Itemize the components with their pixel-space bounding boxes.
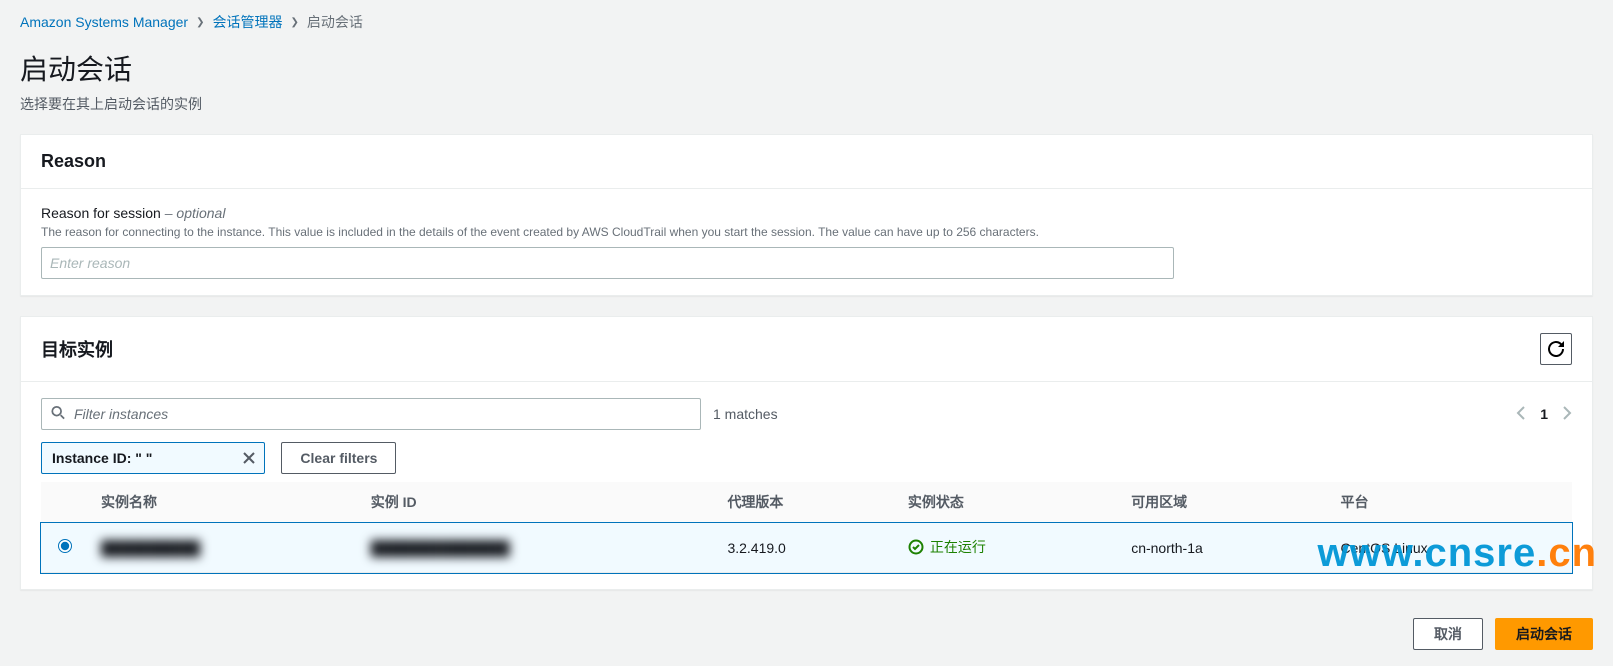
chevron-right-icon: ❯ xyxy=(290,17,298,28)
chevron-right-icon: ❯ xyxy=(196,17,204,28)
reason-optional: – optional xyxy=(161,205,226,221)
page-number: 1 xyxy=(1540,406,1548,422)
cell-instance-name: ██████████ xyxy=(101,540,200,556)
reason-panel: Reason Reason for session – optional The… xyxy=(20,134,1593,296)
instances-panel: 目标实例 1 matches 1 xyxy=(20,316,1593,590)
col-platform[interactable]: 平台 xyxy=(1329,482,1572,523)
filter-tag-label: Instance ID: " " xyxy=(52,450,152,466)
start-session-button[interactable]: 启动会话 xyxy=(1495,618,1593,650)
instances-table: 实例名称 实例 ID 代理版本 实例状态 可用区域 平台 ██████████ … xyxy=(41,482,1572,573)
reason-description: The reason for connecting to the instanc… xyxy=(41,225,1572,239)
breadcrumb-session-manager[interactable]: 会话管理器 xyxy=(212,12,282,32)
close-icon xyxy=(242,451,256,465)
cancel-button[interactable]: 取消 xyxy=(1413,618,1483,650)
instances-panel-title: 目标实例 xyxy=(41,336,113,362)
prev-page-button[interactable] xyxy=(1516,405,1528,424)
col-az[interactable]: 可用区域 xyxy=(1119,482,1328,523)
refresh-icon xyxy=(1548,341,1564,357)
check-circle-icon xyxy=(908,539,924,555)
cell-platform: CentOS Linux xyxy=(1329,523,1572,573)
search-icon xyxy=(51,406,65,423)
cell-instance-id: ██████████████ xyxy=(371,540,510,556)
table-row[interactable]: ██████████ ██████████████ 3.2.419.0 正在运行… xyxy=(41,523,1572,573)
refresh-button[interactable] xyxy=(1540,333,1572,365)
breadcrumb-current: 启动会话 xyxy=(307,12,363,32)
row-radio[interactable] xyxy=(58,539,72,553)
remove-filter-button[interactable] xyxy=(242,451,256,465)
reason-label: Reason for session xyxy=(41,205,161,221)
breadcrumb-root[interactable]: Amazon Systems Manager xyxy=(20,14,188,30)
chevron-left-icon xyxy=(1516,405,1528,421)
breadcrumb: Amazon Systems Manager ❯ 会话管理器 ❯ 启动会话 xyxy=(20,12,1593,32)
cell-agent-version: 3.2.419.0 xyxy=(715,523,895,573)
col-status[interactable]: 实例状态 xyxy=(896,482,1119,523)
matches-count: 1 matches xyxy=(713,406,778,422)
filter-tag-instance-id: Instance ID: " " xyxy=(41,442,265,474)
cell-status: 正在运行 xyxy=(930,537,986,557)
pagination: 1 xyxy=(1516,405,1572,424)
filter-input[interactable] xyxy=(41,398,701,430)
reason-panel-title: Reason xyxy=(21,135,1592,189)
reason-input[interactable] xyxy=(41,247,1174,279)
page-title: 启动会话 xyxy=(20,48,1593,88)
cell-az: cn-north-1a xyxy=(1119,523,1328,573)
clear-filters-button[interactable]: Clear filters xyxy=(281,442,396,474)
chevron-right-icon xyxy=(1560,405,1572,421)
col-instance-name[interactable]: 实例名称 xyxy=(89,482,359,523)
col-agent-version[interactable]: 代理版本 xyxy=(715,482,895,523)
next-page-button[interactable] xyxy=(1560,405,1572,424)
page-subtitle: 选择要在其上启动会话的实例 xyxy=(20,94,1593,114)
col-instance-id[interactable]: 实例 ID xyxy=(359,482,716,523)
